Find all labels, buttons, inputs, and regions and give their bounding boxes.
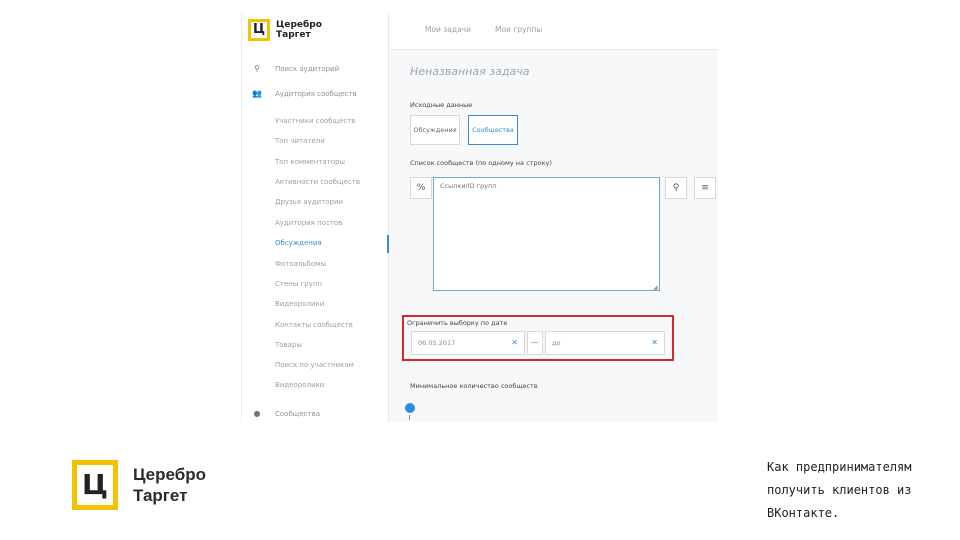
sidebar-subitem[interactable]: Участники сообществ xyxy=(275,114,387,128)
min-count-label: Минимальное количество сообществ xyxy=(410,382,538,390)
task-title[interactable]: Неназванная задача xyxy=(410,65,529,78)
sidebar-subitem[interactable]: Активности сообществ xyxy=(275,175,387,189)
date-label: Ограничить выборку по дате xyxy=(407,319,508,327)
sidebar-subitem[interactable]: Друзья аудитории xyxy=(275,195,387,209)
date-from-input[interactable]: 06.05.2017 ✕ xyxy=(411,331,525,355)
sidebar-item-community-audience[interactable]: 👥 Аудитория сообществ xyxy=(242,86,388,102)
list-label: Список сообществ (по одному на строку) xyxy=(410,159,552,167)
slide: Ц Церебро Таргет ⚲ Поиск аудиторий 👥 Ауд… xyxy=(0,0,960,540)
sidebar-subitem[interactable]: Контакты сообществ xyxy=(275,318,387,332)
source-option-communities[interactable]: Сообщества xyxy=(468,115,518,145)
main-panel: Мои задачи Мои группы Неназванная задача… xyxy=(389,12,718,422)
sidebar-subitem[interactable]: Видеоролики xyxy=(275,378,387,392)
menu-icon[interactable]: ≡ xyxy=(694,177,716,199)
sidebar-item-label: Поиск аудиторий xyxy=(275,65,340,73)
slide-caption: Как предпринимателям получить клиентов и… xyxy=(767,460,912,520)
app-window: Ц Церебро Таргет ⚲ Поиск аудиторий 👥 Ауд… xyxy=(241,12,718,422)
chat-icon: ● xyxy=(253,409,261,418)
date-range-separator: — xyxy=(527,331,543,355)
sidebar-subitem[interactable]: Поиск по участникам xyxy=(275,358,387,372)
tab-my-groups[interactable]: Мои группы xyxy=(495,12,542,50)
min-count-slider-handle[interactable] xyxy=(405,403,415,413)
source-label: Исходные данные xyxy=(410,101,473,109)
link-icon[interactable]: % xyxy=(410,177,432,199)
sidebar-item-label: Аудитория сообществ xyxy=(275,90,357,98)
topbar: Мои задачи Мои группы xyxy=(389,12,718,50)
date-from-value: 06.05.2017 xyxy=(418,339,456,347)
date-to-input[interactable]: до ✕ xyxy=(545,331,665,355)
sidebar: Ц Церебро Таргет ⚲ Поиск аудиторий 👥 Ауд… xyxy=(242,12,389,422)
app-brand-line2: Таргет xyxy=(276,30,311,40)
slider-tick xyxy=(409,415,410,420)
sidebar-subitem[interactable]: Видеоролики xyxy=(275,297,387,311)
search-icon: ⚲ xyxy=(254,64,260,73)
logo-glyph: Ц xyxy=(252,22,266,37)
sidebar-subitem[interactable]: Аудитория постов xyxy=(275,216,387,230)
sidebar-item-label: Сообщества xyxy=(275,410,321,418)
sidebar-item-search[interactable]: ⚲ Поиск аудиторий xyxy=(242,61,388,77)
sidebar-subitem[interactable]: Товары xyxy=(275,338,387,352)
brand-logo-glyph: Ц xyxy=(82,468,108,501)
community-list-input[interactable] xyxy=(433,177,660,291)
clear-date-to-icon[interactable]: ✕ xyxy=(651,332,658,354)
source-option-discussions[interactable]: Обсуждения xyxy=(410,115,460,145)
app-logo-icon[interactable]: Ц xyxy=(248,19,270,41)
clear-date-from-icon[interactable]: ✕ xyxy=(511,332,518,354)
user-icon[interactable]: ⚲ xyxy=(665,177,687,199)
sidebar-item-communities[interactable]: ● Сообщества xyxy=(242,406,388,422)
brand-name: Церебро Таргет xyxy=(133,464,206,506)
resize-handle-icon[interactable]: ◢ xyxy=(653,284,658,291)
sidebar-subitem[interactable]: Топ комментаторы xyxy=(275,155,387,169)
sidebar-subitem[interactable]: Топ читатели xyxy=(275,134,387,148)
sidebar-subitem-active[interactable]: Обсуждения xyxy=(275,236,387,250)
brand-name-line1: Церебро xyxy=(133,465,206,484)
brand-logo-icon: Ц xyxy=(72,460,118,510)
date-to-value: до xyxy=(552,339,561,347)
tab-my-tasks[interactable]: Мои задачи xyxy=(425,12,471,50)
brand-name-line2: Таргет xyxy=(133,486,188,505)
sidebar-subitem[interactable]: Стены групп xyxy=(275,277,387,291)
app-brand-line1: Церебро xyxy=(276,20,322,30)
users-icon: 👥 xyxy=(252,89,262,98)
sidebar-subitem[interactable]: Фотоальбомы xyxy=(275,257,387,271)
